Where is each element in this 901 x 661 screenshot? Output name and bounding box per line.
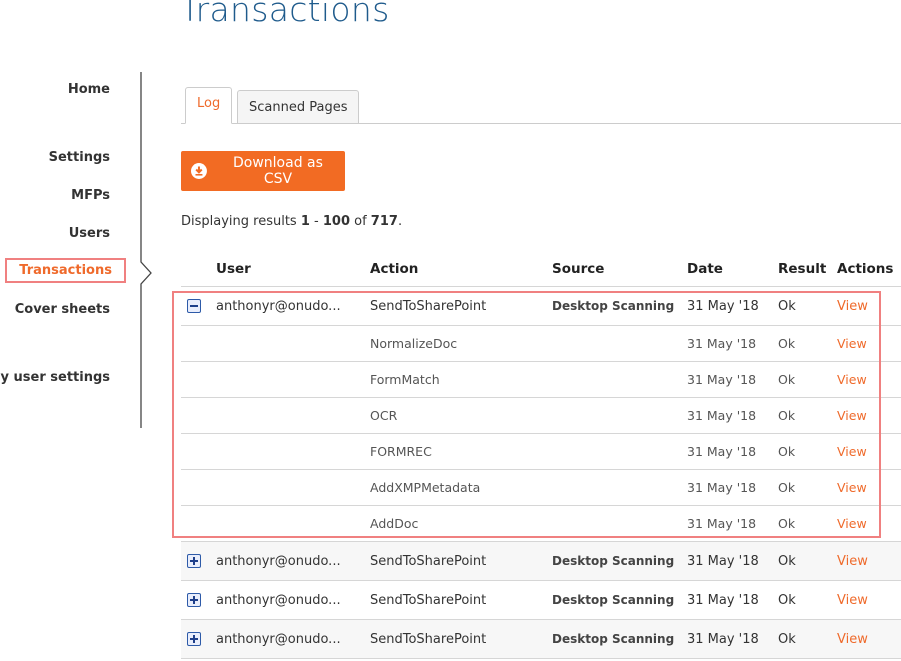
cell-date: 31 May '18 — [687, 553, 759, 569]
cell-date: 31 May '18 — [687, 444, 757, 459]
sidebar-item-settings[interactable]: Settings — [49, 150, 110, 165]
download-csv-label: Download as CSV — [233, 155, 323, 187]
table-subrow: AddDoc 31 May '18 Ok View — [181, 506, 901, 542]
view-link[interactable]: View — [837, 398, 867, 433]
cell-action: AddDoc — [370, 516, 419, 531]
cell-action: SendToSharePoint — [370, 592, 487, 608]
cell-action: NormalizeDoc — [370, 336, 458, 351]
view-link[interactable]: View — [837, 506, 867, 541]
table-subrow: AddXMPMetadata 31 May '18 Ok View — [181, 470, 901, 506]
cell-date: 31 May '18 — [687, 372, 757, 387]
cell-user: anthonyr@onudo... — [216, 592, 341, 608]
cell-action: SendToSharePoint — [370, 631, 487, 647]
collapse-icon[interactable] — [187, 299, 201, 313]
download-icon — [191, 163, 207, 179]
cell-user: anthonyr@onudo... — [216, 298, 341, 314]
table-row-expanded: anthonyr@onudo... SendToSharePoint Deskt… — [181, 287, 901, 326]
table-subrow: FormMatch 31 May '18 Ok View — [181, 362, 901, 398]
cell-action: SendToSharePoint — [370, 553, 487, 569]
cell-action: SendToSharePoint — [370, 298, 487, 314]
sidebar-divider-pointer — [140, 72, 152, 428]
view-link[interactable]: View — [837, 434, 867, 469]
tab-bar: Log Scanned Pages — [181, 86, 901, 124]
cell-result: Ok — [778, 631, 796, 647]
cell-date: 31 May '18 — [687, 408, 757, 423]
cell-date: 31 May '18 — [687, 480, 757, 495]
view-link[interactable]: View — [837, 581, 868, 619]
download-csv-button[interactable]: Download as CSV — [181, 151, 345, 191]
table-header: User Action Source Date Result Actions — [181, 252, 901, 287]
cell-date: 31 May '18 — [687, 298, 759, 314]
table-subrow: FORMREC 31 May '18 Ok View — [181, 434, 901, 470]
cell-date: 31 May '18 — [687, 631, 759, 647]
view-link[interactable]: View — [837, 542, 868, 580]
cell-result: Ok — [778, 444, 796, 459]
cell-result: Ok — [778, 408, 796, 423]
cell-user: anthonyr@onudo... — [216, 631, 341, 647]
results-summary: Displaying results 1 - 100 of 717. — [181, 214, 403, 229]
view-link[interactable]: View — [837, 326, 867, 361]
cell-result: Ok — [778, 480, 796, 495]
view-link[interactable]: View — [837, 620, 868, 658]
cell-date: 31 May '18 — [687, 516, 757, 531]
page-title: Transactions — [180, 0, 390, 29]
cell-date: 31 May '18 — [687, 592, 759, 608]
sidebar-item-mfps[interactable]: MFPs — [71, 188, 110, 203]
header-result[interactable]: Result — [778, 252, 826, 286]
view-link[interactable]: View — [837, 362, 867, 397]
cell-result: Ok — [778, 516, 796, 531]
sidebar-item-home[interactable]: Home — [68, 82, 110, 97]
cell-source: Desktop Scanning — [552, 299, 675, 313]
header-actions: Actions — [837, 261, 894, 277]
sidebar-item-cover-sheets[interactable]: Cover sheets — [15, 302, 110, 317]
expand-icon[interactable] — [187, 593, 201, 607]
header-action[interactable]: Action — [370, 252, 418, 286]
tab-log[interactable]: Log — [185, 87, 233, 124]
cell-user: anthonyr@onudo... — [216, 553, 341, 569]
cell-result: Ok — [778, 553, 796, 569]
sidebar-item-users[interactable]: Users — [69, 226, 110, 241]
table-row: anthonyr@onudo... SendToSharePoint Deskt… — [181, 581, 901, 620]
cell-result: Ok — [778, 372, 796, 387]
sidebar-item-my-user-settings[interactable]: My user settings — [0, 370, 110, 385]
cell-action: FORMREC — [370, 444, 432, 459]
view-link[interactable]: View — [837, 470, 867, 505]
header-date[interactable]: Date — [687, 252, 723, 286]
tab-scanned-pages[interactable]: Scanned Pages — [237, 90, 360, 124]
transactions-table: User Action Source Date Result Actions a… — [181, 252, 901, 659]
header-user[interactable]: User — [216, 252, 251, 286]
cell-date: 31 May '18 — [687, 336, 757, 351]
cell-source: Desktop Scanning — [552, 593, 675, 607]
expand-icon[interactable] — [187, 554, 201, 568]
table-row: anthonyr@onudo... SendToSharePoint Deskt… — [181, 542, 901, 581]
cell-result: Ok — [778, 336, 796, 351]
cell-action: AddXMPMetadata — [370, 480, 481, 495]
cell-source: Desktop Scanning — [552, 632, 675, 646]
sidebar-item-transactions[interactable]: Transactions — [5, 258, 126, 283]
table-subrow: NormalizeDoc 31 May '18 Ok View — [181, 326, 901, 362]
cell-action: FormMatch — [370, 372, 440, 387]
expand-icon[interactable] — [187, 632, 201, 646]
cell-result: Ok — [778, 592, 796, 608]
cell-action: OCR — [370, 408, 398, 423]
sidebar-nav: Home Settings MFPs Users Transactions Co… — [0, 0, 140, 661]
table-subrow: OCR 31 May '18 Ok View — [181, 398, 901, 434]
view-link[interactable]: View — [837, 287, 868, 325]
header-source[interactable]: Source — [552, 252, 604, 286]
cell-source: Desktop Scanning — [552, 554, 675, 568]
cell-result: Ok — [778, 298, 796, 314]
table-row: anthonyr@onudo... SendToSharePoint Deskt… — [181, 620, 901, 659]
